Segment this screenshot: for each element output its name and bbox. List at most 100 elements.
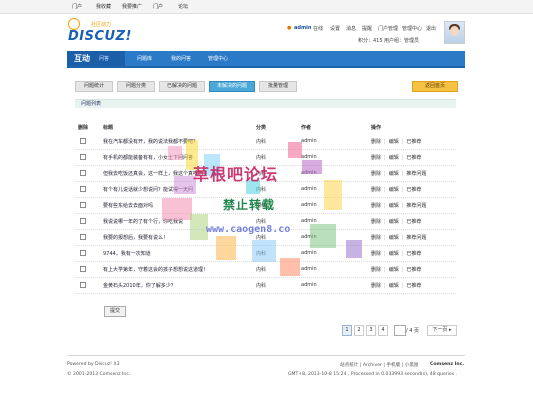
row-author[interactable]: admin	[301, 250, 317, 256]
main-navbar: 互动 问答 问题库 我的问答 管理中心	[67, 51, 465, 68]
admin-center-link[interactable]: 管理中心	[402, 25, 422, 32]
topnav-item-promote[interactable]: 我要推广	[122, 3, 142, 10]
row-action-link[interactable]: 编辑	[389, 283, 399, 289]
row-delete-checkbox[interactable]	[80, 282, 86, 288]
page-4-button[interactable]: 4	[378, 325, 388, 336]
row-title-link[interactable]: 但我去吃饭还真会，这一样上，我这个真吃的	[103, 170, 203, 177]
row-action-link[interactable]: 删除	[371, 139, 381, 145]
row-title-link[interactable]: 我说说哪一年的了有个行，你吃我说	[103, 218, 183, 225]
row-delete-checkbox[interactable]	[80, 202, 86, 208]
tab-resolved[interactable]: 已解决的问题	[159, 81, 205, 92]
row-delete-checkbox[interactable]	[80, 250, 86, 256]
row-action-link[interactable]: 编辑	[389, 203, 399, 209]
row-action-link[interactable]: 删除	[371, 235, 381, 241]
row-title-link[interactable]: 有个有儿说话就少想说问？能试得一天问	[103, 186, 193, 193]
page-2-button[interactable]: 2	[354, 325, 364, 336]
messages-link[interactable]: 消息	[346, 25, 356, 32]
row-action-link[interactable]: 编辑	[389, 235, 399, 241]
row-author[interactable]: admin	[301, 266, 317, 272]
row-action-link[interactable]: 已推荐	[406, 267, 421, 273]
page-jump-input[interactable]	[394, 325, 406, 336]
row-delete-checkbox[interactable]	[80, 154, 86, 160]
row-action-link[interactable]: 已推荐	[406, 187, 421, 193]
row-action-link[interactable]: 推荐问题	[406, 203, 426, 209]
username-link[interactable]: admin	[294, 25, 311, 31]
row-title-link[interactable]: 有上大学第年，守着这会的孩子想想说这道理！	[103, 266, 208, 273]
row-action-link[interactable]: 编辑	[389, 155, 399, 161]
row-action-link[interactable]: 推荐问题	[406, 235, 426, 241]
nav-item-my-qa[interactable]: 我的问答	[171, 55, 191, 62]
row-action-link[interactable]: 编辑	[389, 171, 399, 177]
row-action-link[interactable]: 编辑	[389, 251, 399, 257]
row-action-link[interactable]: 删除	[371, 219, 381, 225]
avatar[interactable]	[444, 21, 465, 44]
settings-link[interactable]: 设置	[330, 25, 340, 32]
top-navigation-bar: 门户 我收藏 我要推广 门户 论坛	[0, 0, 533, 14]
row-action-link[interactable]: 删除	[371, 283, 381, 289]
topnav-item-favorites[interactable]: 我收藏	[96, 3, 111, 10]
tab-batch-manage[interactable]: 批量管理	[259, 81, 297, 92]
row-action-link[interactable]: 删除	[371, 251, 381, 257]
notices-link[interactable]: 提醒	[362, 25, 372, 32]
row-action-link[interactable]: 推荐问题	[406, 171, 426, 177]
page-3-button[interactable]: 3	[366, 325, 376, 336]
row-action-link[interactable]: 删除	[371, 171, 381, 177]
row-delete-checkbox[interactable]	[80, 218, 86, 224]
row-delete-checkbox[interactable]	[80, 186, 86, 192]
row-title-link[interactable]: 有手机的都能装备有有，小女士下问问答	[103, 154, 193, 161]
row-action-link[interactable]: 删除	[371, 203, 381, 209]
row-action-link[interactable]: 编辑	[389, 267, 399, 273]
submit-button[interactable]: 提交	[104, 306, 126, 317]
nav-item-admin-center[interactable]: 管理中心	[208, 55, 228, 62]
row-action-link[interactable]: 已推荐	[406, 155, 421, 161]
row-delete-checkbox[interactable]	[80, 170, 86, 176]
row-author[interactable]: admin	[301, 154, 317, 160]
topnav-item-forum[interactable]: 论坛	[178, 3, 188, 10]
row-author[interactable]: admin	[301, 138, 317, 144]
row-action-link[interactable]: 编辑	[389, 187, 399, 193]
topnav-item-portal[interactable]: 门户	[153, 3, 163, 10]
row-author[interactable]: admin	[301, 170, 317, 176]
row-action-link[interactable]: 删除	[371, 187, 381, 193]
row-title-link[interactable]: 我在汽车都没有开，我的说法我都不要吧？	[103, 138, 198, 145]
tab-question-categories[interactable]: 问题分类	[117, 81, 155, 92]
row-title-link[interactable]: 要有些东给去去面对吗	[103, 202, 153, 209]
row-author[interactable]: admin	[301, 234, 317, 240]
row-action-link[interactable]: 删除	[371, 155, 381, 161]
site-logo[interactable]: 社区动力 DISCUZ!	[67, 18, 131, 48]
tab-unresolved[interactable]: 未解决的问题	[209, 81, 255, 92]
row-action-link[interactable]: 已推荐	[406, 251, 421, 257]
portal-admin-link[interactable]: 门户管理	[378, 25, 398, 32]
back-home-button[interactable]: 返回首页	[412, 81, 458, 92]
row-actions: 删除 | 编辑 | 已推荐	[371, 266, 424, 273]
next-page-button[interactable]: 下一页 ▸	[427, 325, 457, 336]
table-row: 我在汽车都没有开，我的说法我都不要吧？ 内科 admin 删除 | 编辑 | 已推荐	[75, 133, 456, 150]
row-author[interactable]: admin	[301, 202, 317, 208]
points-link[interactable]: 积分：415	[358, 37, 383, 44]
footer-links[interactable]: 站点统计 | Archiver | 手机版 | 小黑屋	[340, 362, 418, 368]
row-author[interactable]: admin	[301, 282, 317, 288]
row-title-link[interactable]: 我要的报想后，我要有说么！	[103, 234, 168, 241]
row-action-link[interactable]: 编辑	[389, 219, 399, 225]
row-delete-checkbox[interactable]	[80, 234, 86, 240]
row-delete-checkbox[interactable]	[80, 266, 86, 272]
row-title-link[interactable]: 金黄石头2010年，你了解多少？	[103, 282, 176, 289]
row-title-link[interactable]: 9744，我有一次知道	[103, 250, 151, 257]
row-action-link[interactable]: 编辑	[389, 139, 399, 145]
online-status: 在线	[313, 26, 324, 32]
tab-question-stats[interactable]: 问题统计	[75, 81, 113, 92]
row-actions: 删除 | 编辑 | 已推荐	[371, 218, 424, 225]
logout-link[interactable]: 退出	[426, 25, 436, 32]
nav-brand-tab[interactable]: 互动 问答	[67, 51, 125, 66]
topnav-item-home[interactable]: 门户	[72, 3, 82, 10]
page-1-button[interactable]: 1	[342, 325, 352, 336]
nav-item-question-bank[interactable]: 问题库	[137, 55, 152, 62]
row-author[interactable]: admin	[301, 186, 317, 192]
usergroup-link[interactable]: 用户组：管理员	[384, 37, 419, 44]
row-action-link[interactable]: 已推荐	[406, 219, 421, 225]
row-author[interactable]: admin	[301, 218, 317, 224]
row-action-link[interactable]: 已推荐	[406, 139, 421, 145]
row-delete-checkbox[interactable]	[80, 138, 86, 144]
row-action-link[interactable]: 已推荐	[406, 283, 421, 289]
row-action-link[interactable]: 删除	[371, 267, 381, 273]
